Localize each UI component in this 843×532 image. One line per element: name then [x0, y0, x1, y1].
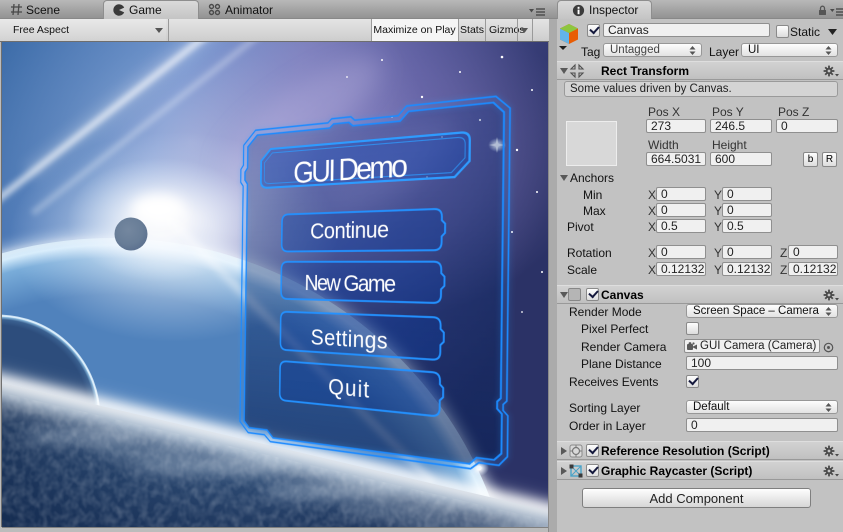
svg-text:New Game: New Game: [304, 271, 396, 298]
svg-text:Continue: Continue: [310, 217, 389, 244]
svg-text:Quit: Quit: [328, 374, 369, 403]
svg-text:Settings: Settings: [311, 325, 388, 354]
